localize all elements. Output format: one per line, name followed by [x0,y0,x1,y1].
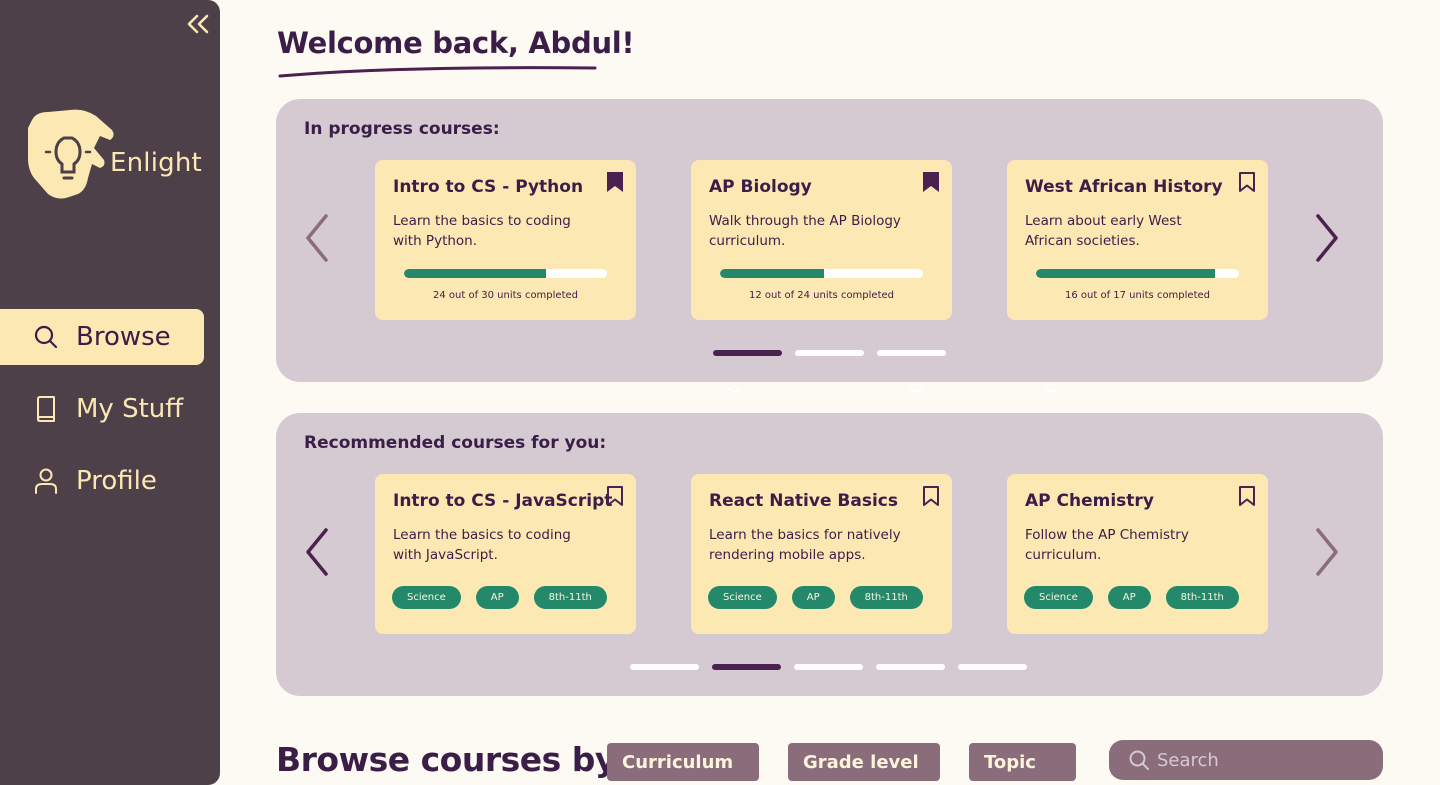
recommended-panel: Recommended courses for you: Intro to CS… [276,413,1383,696]
chevron-right-icon [1314,527,1340,581]
course-tags: Science AP 8th-11th [1024,586,1239,609]
tag-subject[interactable]: Science [392,586,461,609]
course-title: AP Chemistry [1025,491,1154,511]
hand-lightbulb-logo-icon [26,108,116,204]
collapse-sidebar-button[interactable] [184,12,212,40]
bookmark-outline-icon[interactable] [922,485,940,507]
sidebar-item-label: Browse [76,322,171,352]
sidebar: Enlight Browse My Stuff Profile [0,0,220,785]
course-title: React Native Basics [709,491,898,511]
progress-text: 24 out of 30 units completed [433,290,578,301]
carousel-pagination [713,350,946,356]
tag-level[interactable]: AP [791,586,835,609]
sidebar-item-browse[interactable]: Browse [0,309,204,365]
progress-fill [720,269,824,278]
bookmark-outline-icon[interactable] [1238,485,1256,507]
tag-grade[interactable]: 8th-11th [1165,586,1239,609]
page-dot-3[interactable] [794,664,863,670]
carousel-next-button[interactable] [1312,527,1342,581]
progress-fill [1036,269,1215,278]
tag-level[interactable]: AP [475,586,519,609]
page-dot-3[interactable] [877,350,946,356]
app-logo: Enlight [26,108,206,204]
peek-chevron-icon [908,378,924,397]
course-card[interactable]: West African History Learn about early W… [1007,160,1268,320]
course-description: Follow the AP Chemistry curriculum. [1025,527,1189,563]
title-underline [277,62,599,84]
sidebar-item-label: Profile [76,466,157,496]
course-title: Intro to CS - JavaScript [393,491,613,511]
section-title: Recommended courses for you: [304,433,607,453]
progress-bar [720,269,923,278]
course-title: Intro to CS - Python [393,177,584,197]
peek-chevron-icon [727,378,743,397]
sidebar-item-profile[interactable]: Profile [0,453,204,509]
bookmark-outline-icon[interactable] [606,485,624,507]
bookmark-filled-icon[interactable] [606,171,624,193]
filter-curriculum-button[interactable]: Curriculum [607,743,759,781]
carousel-pagination [630,664,1027,670]
chevron-left-icon [304,213,330,267]
course-description: Learn about early West African societies… [1025,213,1182,249]
course-card[interactable]: Intro to CS - Python Learn the basics to… [375,160,636,320]
course-card[interactable]: React Native Basics Learn the basics for… [691,474,952,634]
progress-fill [404,269,547,278]
tag-subject[interactable]: Science [1024,586,1093,609]
course-description: Learn the basics to coding with JavaScri… [393,527,571,563]
course-description: Walk through the AP Biology curriculum. [709,213,901,249]
section-title: In progress courses: [304,119,500,139]
app-name: Enlight [110,148,202,178]
carousel-next-button[interactable] [1312,213,1342,267]
sidebar-item-label: My Stuff [76,394,184,424]
in-progress-panel: In progress courses: Intro to CS - Pytho… [276,99,1383,394]
user-icon [34,468,60,494]
carousel-prev-button[interactable] [302,527,332,581]
search-icon [1129,750,1149,770]
chevrons-left-icon [186,13,210,39]
search-placeholder: Search [1157,749,1219,771]
tag-level[interactable]: AP [1107,586,1151,609]
chevron-right-icon [1314,213,1340,267]
course-title: West African History [1025,177,1223,197]
tag-subject[interactable]: Science [708,586,777,609]
page-dot-1[interactable] [713,350,782,356]
course-tags: Science AP 8th-11th [392,586,607,609]
page-dot-4[interactable] [876,664,945,670]
page-dot-2[interactable] [795,350,864,356]
bookmark-outline-icon[interactable] [1238,171,1256,193]
tag-grade[interactable]: 8th-11th [849,586,923,609]
course-description: Learn the basics to coding with Python. [393,213,571,249]
filter-grade-level-button[interactable]: Grade level [788,743,940,781]
progress-text: 12 out of 24 units completed [749,290,894,301]
search-input[interactable]: Search [1109,740,1383,780]
tag-grade[interactable]: 8th-11th [533,586,607,609]
page-dot-1[interactable] [630,664,699,670]
peek-chevron-icon [1043,378,1059,397]
course-description: Learn the basics for natively rendering … [709,527,901,563]
course-card[interactable]: AP Biology Walk through the AP Biology c… [691,160,952,320]
course-tags: Science AP 8th-11th [708,586,923,609]
book-icon [34,396,60,422]
page-title: Welcome back, Abdul! [277,26,635,60]
sidebar-item-my-stuff[interactable]: My Stuff [0,381,204,437]
search-icon [34,324,60,350]
carousel-prev-button[interactable] [302,213,332,267]
progress-text: 16 out of 17 units completed [1065,290,1210,301]
progress-bar [1036,269,1239,278]
course-title: AP Biology [709,177,812,197]
page-dot-2[interactable] [712,664,781,670]
progress-bar [404,269,607,278]
page-dot-5[interactable] [958,664,1027,670]
course-card[interactable]: AP Chemistry Follow the AP Chemistry cur… [1007,474,1268,634]
course-card[interactable]: Intro to CS - JavaScript Learn the basic… [375,474,636,634]
chevron-left-icon [304,527,330,581]
filter-topic-button[interactable]: Topic [969,743,1076,781]
bookmark-filled-icon[interactable] [922,171,940,193]
browse-heading: Browse courses by... [276,740,649,779]
